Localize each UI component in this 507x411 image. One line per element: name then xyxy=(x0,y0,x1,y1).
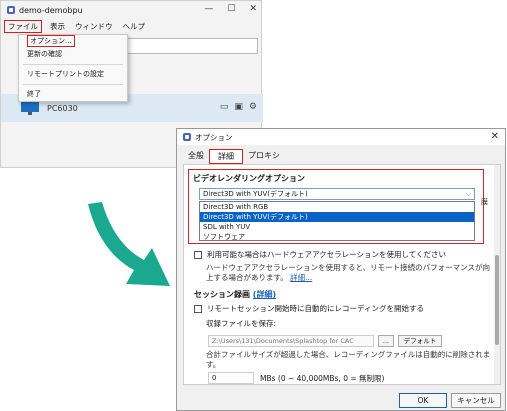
auto-record-label: リモートセッション開始時に自動的にレコーディングを開始する xyxy=(207,304,424,313)
clipped-text: 膜 xyxy=(481,198,488,206)
video-rendering-selected: Direct3D with YUV(デフォルト) xyxy=(203,190,308,198)
video-rendering-heading: ビデオレンダリングオプション xyxy=(193,174,305,183)
size-limit-unit: MBs (0 ~ 40,000MBs, 0 = 無制限) xyxy=(260,374,385,383)
hw-accel-label: 利用可能な場合はハードウェアアクセラレーションを使用してください xyxy=(207,250,447,259)
session-recording-heading: セッション録画 (詳細) xyxy=(194,290,277,299)
save-recording-label: 収録ファイルを保存: xyxy=(206,319,277,328)
file-menu: オプション... 更新の確認 リモートプリントの設定 終了 xyxy=(18,34,128,102)
auto-record-row[interactable]: リモートセッション開始時に自動的にレコーディングを開始する xyxy=(194,303,424,314)
session-recording-details-link[interactable]: (詳細) xyxy=(253,290,276,299)
tab-general[interactable]: 全般 xyxy=(185,149,207,164)
menu-view[interactable]: 表示 xyxy=(48,21,67,32)
option-software[interactable]: ソフトウェア xyxy=(200,232,474,242)
dialog-title-bar: オプション xyxy=(177,129,505,145)
hw-accel-checkbox[interactable] xyxy=(194,250,202,259)
hw-accel-row[interactable]: 利用可能な場合はハードウェアアクセラレーションを使用してください xyxy=(194,249,446,260)
cancel-button[interactable]: キャンセル xyxy=(451,393,501,408)
video-rendering-options: Direct3D with RGB Direct3D with YUV(デフォル… xyxy=(199,201,475,241)
tab-advanced[interactable]: 詳細 xyxy=(209,149,243,164)
gear-icon[interactable]: ⚙ xyxy=(249,102,257,112)
dialog-tabs: 全般 詳細 プロキシ xyxy=(185,149,283,164)
menu-item-exit[interactable]: 終了 xyxy=(19,88,127,101)
option-d3d-rgb[interactable]: Direct3D with RGB xyxy=(200,202,474,212)
app-icon xyxy=(183,133,191,141)
option-sdl-yuv[interactable]: SDL with YUV xyxy=(200,222,474,232)
desktop-icon[interactable]: ▭ xyxy=(220,102,229,112)
menu-file[interactable]: ファイル xyxy=(4,19,42,33)
menu-item-remote-print[interactable]: リモートプリントの設定 xyxy=(19,68,127,81)
menu-window[interactable]: ウィンドウ xyxy=(73,21,115,32)
options-dialog: オプション ✕ 全般 詳細 プロキシ ビデオレンダリングオプション Direct… xyxy=(176,128,506,411)
close-icon[interactable]: ✕ xyxy=(491,131,499,142)
ok-button[interactable]: OK xyxy=(399,393,447,408)
auto-record-checkbox[interactable] xyxy=(194,304,202,313)
maximize-icon[interactable]: ☐ xyxy=(227,4,235,14)
video-rendering-section: ビデオレンダリングオプション Direct3D with YUV(デフォルト) … xyxy=(188,169,488,244)
default-button[interactable]: デフォルト xyxy=(398,335,442,347)
menu-item-options[interactable]: オプション... xyxy=(19,35,127,48)
menu-bar: ファイル 表示 ウィンドウ ヘルプ xyxy=(1,19,261,33)
hw-accel-more-link[interactable]: 詳細... xyxy=(290,273,312,282)
window-title: demo-demobpu xyxy=(19,5,83,15)
recording-path-field[interactable]: Z:\Users\131\Documents\Splashtop for CAC xyxy=(208,335,374,347)
menu-divider xyxy=(23,84,123,85)
hw-accel-description: ハードウェアアクセラレーションを使用すると、リモート接続のパフォーマンスが向上す… xyxy=(206,263,491,282)
chevron-down-icon: ⌵ xyxy=(465,190,471,198)
computer-actions: ▭ ▣ ⚙ xyxy=(220,102,257,112)
menu-help[interactable]: ヘルプ xyxy=(121,21,148,32)
browse-button[interactable]: ... xyxy=(378,335,394,347)
close-icon[interactable]: ✕ xyxy=(249,4,257,14)
video-rendering-select[interactable]: Direct3D with YUV(デフォルト) ⌵ xyxy=(199,188,475,200)
search-input[interactable] xyxy=(121,38,258,54)
size-limit-input[interactable]: 0 xyxy=(208,372,254,384)
file-transfer-icon[interactable]: ▣ xyxy=(234,102,243,112)
size-limit-note: 合計ファイルサイズが超過した場合、レコーディングファイルは自動的に削除されます。 xyxy=(206,350,491,369)
dialog-title: オプション xyxy=(195,132,233,142)
monitor-icon xyxy=(21,101,39,115)
tab-proxy[interactable]: プロキシ xyxy=(245,149,283,164)
window-controls: — ☐ ✕ xyxy=(204,4,257,14)
menu-divider xyxy=(23,64,123,65)
option-d3d-yuv[interactable]: Direct3D with YUV(デフォルト) xyxy=(200,212,474,222)
menu-item-check-update[interactable]: 更新の確認 xyxy=(19,48,127,61)
arrow-icon xyxy=(88,202,170,286)
title-bar: demo-demobpu — ☐ ✕ xyxy=(1,1,261,19)
minimize-icon[interactable]: — xyxy=(204,4,213,14)
scrollbar[interactable] xyxy=(494,165,500,384)
scrollbar-thumb[interactable] xyxy=(495,255,499,345)
computer-name: PC6030 xyxy=(47,103,78,113)
advanced-panel: ビデオレンダリングオプション Direct3D with YUV(デフォルト) … xyxy=(183,164,501,385)
app-icon xyxy=(7,6,15,14)
